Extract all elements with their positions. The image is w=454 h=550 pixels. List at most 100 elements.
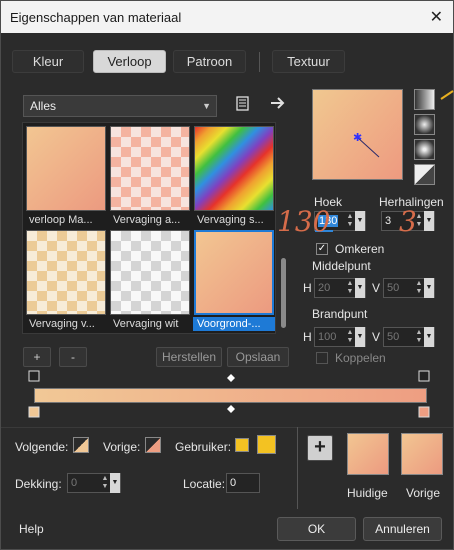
location-field[interactable]: 0: [226, 473, 260, 493]
current-material-swatch[interactable]: [347, 433, 389, 475]
thumbnail-swatch: [194, 126, 274, 211]
current-label: Huidige: [347, 486, 388, 500]
thumbnail-label: Vervaging s...: [197, 214, 264, 226]
thumbnail-label: Vervaging v...: [29, 318, 95, 330]
vertical-divider: [297, 427, 298, 509]
save-button[interactable]: Opslaan: [227, 347, 289, 367]
thumbnail-vervaging-v[interactable]: Vervaging v...: [25, 229, 107, 331]
next-color-swatch[interactable]: [73, 437, 89, 453]
opacity-midpoint[interactable]: [227, 374, 235, 382]
thumbnail-swatch: [110, 230, 190, 315]
opacity-spinner[interactable]: 0 ▲ ▼ ▼: [67, 473, 121, 493]
opacity-stop-right[interactable]: [418, 370, 430, 382]
invert-label: Omkeren: [335, 242, 385, 256]
invert-checkbox[interactable]: ✓: [316, 243, 328, 255]
angle-handle-icon: ✱: [353, 131, 380, 158]
color-stop-right[interactable]: [418, 406, 430, 418]
center-h-value: 20: [318, 282, 331, 294]
file-list-icon[interactable]: [235, 95, 251, 111]
previous-material-swatch[interactable]: [401, 433, 443, 475]
previous-label: Vorige: [406, 486, 441, 500]
thumbnail-label: Vervaging wit: [113, 318, 179, 330]
next-color-label: Volgende:: [15, 440, 69, 454]
add-swatch-button[interactable]: +: [307, 435, 333, 461]
angle-annotation: 130: [277, 205, 331, 238]
tab-verloop[interactable]: Verloop: [93, 50, 166, 73]
scrollbar-thumb[interactable]: [281, 258, 286, 328]
thumbnail-label: verloop Ma...: [29, 214, 93, 226]
focal-v-spinner[interactable]: 50 ▲ ▼ ▼: [383, 327, 435, 347]
center-label: Middelpunt: [312, 259, 371, 273]
window-title: Eigenschappen van materiaal: [10, 10, 182, 25]
repeats-value: 3: [385, 215, 392, 227]
chevron-down-icon[interactable]: ▼: [355, 211, 365, 231]
user-color-label: Gebruiker:: [175, 440, 232, 454]
location-label: Locatie:: [183, 477, 226, 491]
linear-style-icon[interactable]: [414, 89, 435, 110]
focal-h-value: 100: [318, 331, 337, 343]
thumbnail-vervaging-a[interactable]: Vervaging a...: [109, 125, 191, 227]
color-midpoint[interactable]: [227, 405, 235, 413]
tab-patroon[interactable]: Patroon: [173, 50, 246, 73]
chevron-down-icon[interactable]: ▼: [355, 278, 365, 298]
link-label: Koppelen: [335, 351, 386, 365]
prev-color-label: Vorige:: [103, 440, 141, 454]
thumbnail-voorgrond[interactable]: Voorgrond-...: [193, 229, 275, 331]
close-icon[interactable]: ✕: [430, 7, 443, 27]
center-v-spinner[interactable]: 50 ▲ ▼ ▼: [383, 278, 435, 298]
tab-separator: [259, 52, 260, 72]
help-link[interactable]: Help: [19, 522, 44, 536]
thumbnail-verloop[interactable]: verloop Ma...: [25, 125, 107, 227]
repeats-annotation: 3: [399, 205, 417, 238]
dialog-footer: Help OK Annuleren: [1, 510, 453, 549]
focal-label: Brandpunt: [312, 307, 368, 321]
link-checkbox[interactable]: [316, 352, 328, 364]
sunburst-style-icon[interactable]: [414, 164, 435, 185]
chevron-down-icon[interactable]: ▼: [424, 211, 434, 231]
rectangular-style-icon[interactable]: [414, 114, 435, 135]
thumbnail-swatch: [26, 126, 106, 211]
arrow-right-icon[interactable]: [269, 95, 287, 111]
thumbnail-vervaging-s[interactable]: Vervaging s...: [193, 125, 275, 227]
chevron-down-icon[interactable]: ▼: [355, 327, 365, 347]
section-divider: [1, 427, 453, 428]
user-color-swatch-small[interactable]: [235, 438, 249, 452]
svg-text:✱: ✱: [353, 131, 362, 144]
spinner-arrows-icon: ▲ ▼: [346, 280, 354, 295]
thumbnail-swatch: [26, 230, 106, 315]
focal-h-label: H: [303, 330, 312, 344]
prev-color-swatch[interactable]: [145, 437, 161, 453]
material-properties-dialog: Eigenschappen van materiaal ✕ Kleur Verl…: [0, 0, 454, 550]
category-dropdown[interactable]: Alles ▼: [23, 95, 217, 117]
title-bar: Eigenschappen van materiaal ✕: [1, 1, 453, 33]
spinner-arrows-icon: ▲ ▼: [101, 475, 109, 490]
gradient-thumbnail-grid: verloop Ma... Vervaging a... Vervaging s…: [22, 122, 276, 334]
user-color-swatch[interactable]: [257, 435, 276, 454]
tab-textuur[interactable]: Textuur: [272, 50, 345, 73]
cursor-arrow-icon: [440, 90, 454, 100]
spinner-arrows-icon: ▲ ▼: [415, 280, 423, 295]
cancel-button[interactable]: Annuleren: [363, 517, 442, 541]
chevron-down-icon[interactable]: ▼: [110, 473, 120, 493]
add-gradient-button[interactable]: +: [23, 347, 51, 367]
chevron-down-icon[interactable]: ▼: [424, 278, 434, 298]
radial-style-icon[interactable]: [414, 139, 435, 160]
opacity-value: 0: [71, 477, 78, 489]
category-selected: Alles: [30, 99, 57, 113]
center-h-spinner[interactable]: 20 ▲ ▼ ▼: [314, 278, 366, 298]
gradient-bar[interactable]: [34, 388, 427, 403]
thumbnail-label: Voorgrond-...: [193, 317, 275, 331]
thumbnail-vervaging-wit[interactable]: Vervaging wit: [109, 229, 191, 331]
opacity-stop-left[interactable]: [28, 370, 40, 382]
focal-h-spinner[interactable]: 100 ▲ ▼ ▼: [314, 327, 366, 347]
reset-button[interactable]: Herstellen: [156, 347, 222, 367]
chevron-down-icon[interactable]: ▼: [424, 327, 434, 347]
center-v-label: V: [372, 281, 381, 295]
tab-kleur[interactable]: Kleur: [12, 50, 84, 73]
color-stop-left[interactable]: [28, 406, 40, 418]
ok-button[interactable]: OK: [277, 517, 356, 541]
spinner-arrows-icon: ▲ ▼: [346, 329, 354, 344]
thumbnail-swatch: [194, 230, 274, 315]
remove-gradient-button[interactable]: -: [59, 347, 87, 367]
gradient-preview[interactable]: ✱: [312, 89, 403, 180]
